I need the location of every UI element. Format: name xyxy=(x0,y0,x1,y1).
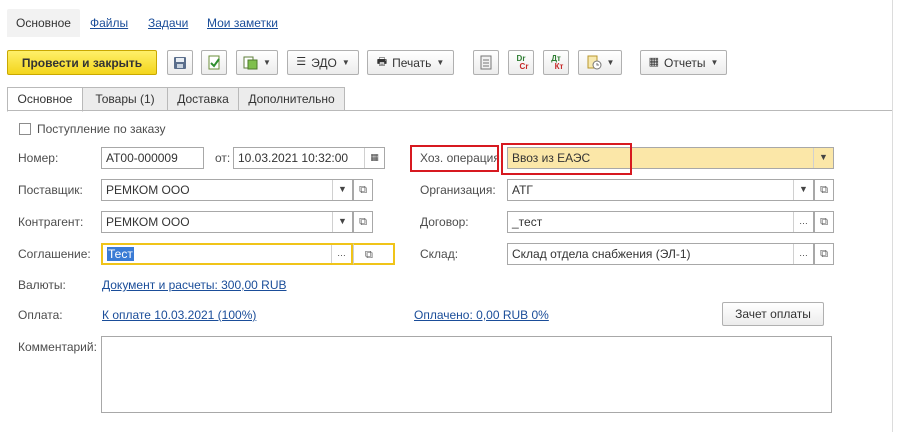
open-warehouse-button[interactable]: ⧉ xyxy=(814,243,834,265)
payment-label: Оплата: xyxy=(18,308,63,322)
organization-value: АТГ xyxy=(512,183,533,197)
create-based-on-icon xyxy=(243,56,258,70)
paid-link[interactable]: Оплачено: 0,00 RUB 0% xyxy=(414,308,549,322)
operation-label-highlight xyxy=(410,145,499,172)
nav-tab-main[interactable]: Основное xyxy=(7,9,80,37)
open-supplier-button[interactable]: ⧉ xyxy=(353,179,373,201)
select-more-icon[interactable]: … xyxy=(331,245,351,263)
nav-tab-tasks[interactable]: Задачи xyxy=(148,9,188,37)
toolbar: Провести и закрыть ▼ ☰ ЭДО ▼ 🖶 Печать ▼ … xyxy=(0,50,900,78)
dr-cr-icon-cr: Cr xyxy=(519,61,529,71)
tab-main[interactable]: Основное xyxy=(7,87,83,112)
nav-tab-notes[interactable]: Мои заметки xyxy=(207,9,278,37)
select-more-icon[interactable]: … xyxy=(793,212,813,232)
contract-value: _тест xyxy=(512,215,543,229)
payment-link[interactable]: К оплате 10.03.2021 (100%) xyxy=(102,308,256,322)
date-value: 10.03.2021 10:32:00 xyxy=(238,151,349,165)
chevron-down-icon: ▼ xyxy=(710,58,719,67)
document-list-icon xyxy=(480,55,492,70)
supplier-value: РЕМКОМ ООО xyxy=(106,183,190,197)
window-edge xyxy=(892,0,893,432)
organization-label: Организация: xyxy=(420,183,496,197)
printer-icon: 🖶 xyxy=(376,56,388,68)
select-more-icon[interactable]: … xyxy=(793,244,813,264)
currency-link[interactable]: Документ и расчеты: 300,00 RUB xyxy=(102,278,287,292)
open-agreement-button[interactable]: ⧉ xyxy=(353,243,395,265)
chevron-down-icon: ▼ xyxy=(436,58,445,67)
warehouse-label: Склад: xyxy=(420,247,459,261)
reports-label: Отчеты xyxy=(664,55,706,70)
tab-goods[interactable]: Товары (1) xyxy=(82,87,168,111)
organization-field[interactable]: АТГ ▼ xyxy=(507,179,814,201)
create-based-on-button[interactable]: ▼ xyxy=(236,50,278,75)
print-label: Печать xyxy=(392,55,432,70)
supplier-label: Поставщик: xyxy=(18,183,83,197)
chevron-down-icon: ▼ xyxy=(263,58,271,67)
counterparty-field[interactable]: РЕМКОМ ООО ▼ xyxy=(101,211,353,233)
dt-kt-icon-kt: Кт xyxy=(554,61,564,71)
open-organization-button[interactable]: ⧉ xyxy=(814,179,834,201)
comment-textarea[interactable] xyxy=(101,336,832,413)
calendar-icon[interactable]: ▦ xyxy=(364,148,384,168)
open-contract-button[interactable]: ⧉ xyxy=(814,211,834,233)
attachments-button[interactable]: ▼ xyxy=(578,50,622,75)
comment-label: Комментарий: xyxy=(18,340,97,354)
chevron-down-icon: ▼ xyxy=(606,58,615,67)
offset-payment-button[interactable]: Зачет оплаты xyxy=(722,302,824,326)
chevron-down-icon[interactable]: ▼ xyxy=(332,180,352,200)
chevron-down-icon[interactable]: ▼ xyxy=(793,180,813,200)
order-receipt-label: Поступление по заказу xyxy=(37,122,166,136)
open-icon: ⧉ xyxy=(359,216,367,228)
chevron-down-icon: ▼ xyxy=(341,58,350,67)
number-field[interactable]: АТ00-000009 xyxy=(101,147,204,169)
edo-icon: ☰ xyxy=(296,56,307,68)
post-and-close-button[interactable]: Провести и закрыть xyxy=(7,50,157,75)
contract-field[interactable]: _тест … xyxy=(507,211,814,233)
document-clock-icon xyxy=(587,55,602,70)
edo-label: ЭДО xyxy=(311,55,337,70)
open-counterparty-button[interactable]: ⧉ xyxy=(353,211,373,233)
save-button[interactable] xyxy=(167,50,193,75)
dr-cr-button[interactable]: Dr Cr xyxy=(508,50,534,75)
date-field[interactable]: 10.03.2021 10:32:00 ▦ xyxy=(233,147,385,169)
chevron-down-icon[interactable]: ▼ xyxy=(813,148,833,168)
operation-field-highlight xyxy=(501,143,632,175)
agreement-label: Соглашение: xyxy=(18,247,91,261)
document-structure-button[interactable] xyxy=(473,50,499,75)
warehouse-value: Склад отдела снабжения (ЭЛ-1) xyxy=(512,247,691,261)
nav-tab-files[interactable]: Файлы xyxy=(90,9,128,37)
contract-label: Договор: xyxy=(420,215,469,229)
top-nav: Основное Файлы Задачи Мои заметки xyxy=(0,0,900,40)
date-from-label: от: xyxy=(215,151,231,165)
counterparty-label: Контрагент: xyxy=(18,215,84,229)
currency-label: Валюты: xyxy=(18,278,66,292)
post-button[interactable] xyxy=(201,50,227,75)
tab-delivery[interactable]: Доставка xyxy=(167,87,239,111)
warehouse-field[interactable]: Склад отдела снабжения (ЭЛ-1) … xyxy=(507,243,814,265)
edo-button[interactable]: ☰ ЭДО ▼ xyxy=(287,50,359,75)
number-label: Номер: xyxy=(18,151,59,165)
post-document-icon xyxy=(208,55,220,70)
open-icon: ⧉ xyxy=(820,184,828,196)
order-receipt-checkbox[interactable] xyxy=(19,123,31,135)
agreement-value: Тест xyxy=(107,247,134,261)
counterparty-value: РЕМКОМ ООО xyxy=(106,215,190,229)
chevron-down-icon[interactable]: ▼ xyxy=(332,212,352,232)
open-icon: ⧉ xyxy=(359,184,367,196)
open-icon: ⧉ xyxy=(365,249,373,261)
supplier-field[interactable]: РЕМКОМ ООО ▼ xyxy=(101,179,353,201)
print-button[interactable]: 🖶 Печать ▼ xyxy=(367,50,454,75)
reports-button[interactable]: ▦ Отчеты ▼ xyxy=(640,50,727,75)
dt-kt-button[interactable]: Дт Кт xyxy=(543,50,569,75)
open-icon: ⧉ xyxy=(820,248,828,260)
tabs-divider xyxy=(7,110,893,111)
open-icon: ⧉ xyxy=(820,216,828,228)
reports-icon: ▦ xyxy=(648,56,659,68)
tab-additional[interactable]: Дополнительно xyxy=(238,87,345,111)
agreement-field[interactable]: Тест … xyxy=(101,243,353,265)
save-icon xyxy=(174,56,186,69)
